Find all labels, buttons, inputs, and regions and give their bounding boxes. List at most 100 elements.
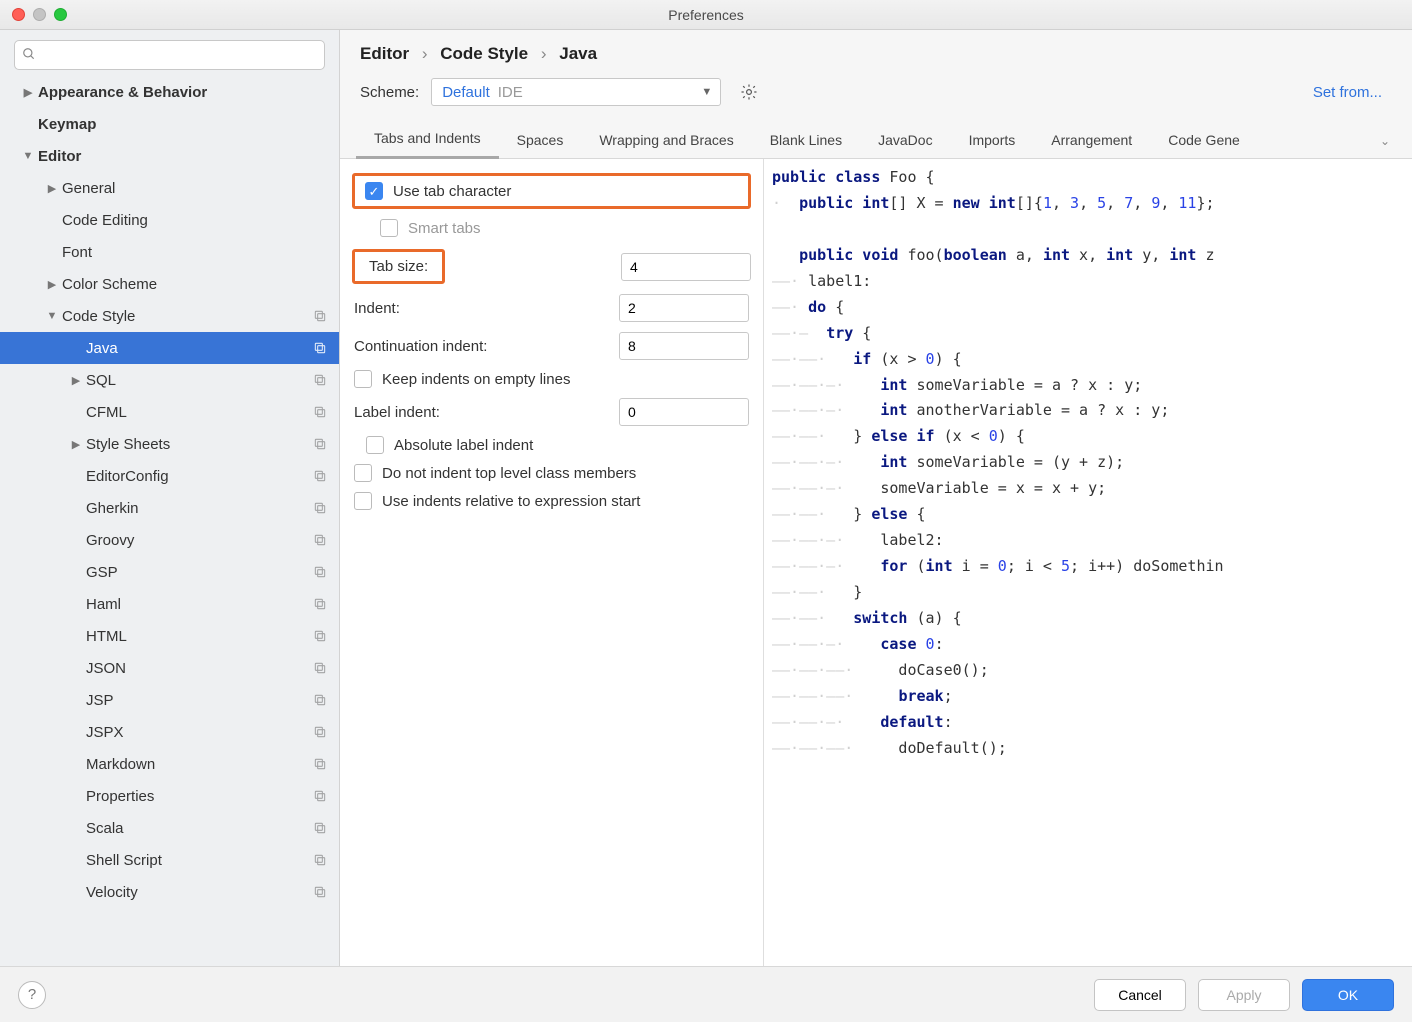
tab-wrapping-and-braces[interactable]: Wrapping and Braces (581, 122, 751, 158)
cancel-button[interactable]: Cancel (1094, 979, 1186, 1011)
use-tab-label: Use tab character (393, 183, 511, 200)
label-indent-input[interactable] (619, 398, 749, 426)
window-controls (12, 8, 67, 21)
titlebar: Preferences (0, 0, 1412, 30)
main-panel: Editor › Code Style › Java Scheme: Defau… (340, 30, 1412, 966)
tab-size-input[interactable] (621, 253, 751, 281)
tab-size-label: Tab size: (369, 258, 428, 275)
gear-icon (740, 83, 758, 101)
scheme-gear-button[interactable] (735, 78, 763, 106)
tree-item-label: Appearance & Behavior (38, 84, 339, 101)
minimize-icon[interactable] (33, 8, 46, 21)
copy-icon (313, 309, 327, 323)
tree-item-gherkin[interactable]: Gherkin (0, 492, 339, 524)
tree-item-groovy[interactable]: Groovy (0, 524, 339, 556)
copy-icon (313, 501, 327, 515)
tree-item-label: Keymap (38, 116, 339, 133)
tab-tabs-and-indents[interactable]: Tabs and Indents (356, 120, 499, 159)
chevron-down-icon: ▼ (42, 310, 62, 322)
tree-item-cfml[interactable]: CFML (0, 396, 339, 428)
tree-item-velocity[interactable]: Velocity (0, 876, 339, 908)
tree-item-label: CFML (86, 404, 313, 421)
tree-item-keymap[interactable]: Keymap (0, 108, 339, 140)
tree-item-editor[interactable]: ▼Editor (0, 140, 339, 172)
chevron-right-icon: ▶ (42, 278, 62, 291)
tree-item-label: General (62, 180, 339, 197)
maximize-icon[interactable] (54, 8, 67, 21)
use-tab-highlight: ✓ Use tab character (352, 173, 751, 209)
tree-item-gsp[interactable]: GSP (0, 556, 339, 588)
tree-item-scala[interactable]: Scala (0, 812, 339, 844)
keep-indents-checkbox[interactable] (354, 370, 372, 388)
tab-arrangement[interactable]: Arrangement (1033, 122, 1150, 158)
breadcrumb: Editor › Code Style › Java (340, 30, 1412, 74)
relative-expr-label: Use indents relative to expression start (382, 493, 640, 510)
smart-tabs-checkbox[interactable] (380, 219, 398, 237)
tree-item-jsp[interactable]: JSP (0, 684, 339, 716)
tree-item-code-style[interactable]: ▼Code Style (0, 300, 339, 332)
sidebar: ▶Appearance & BehaviorKeymap▼Editor▶Gene… (0, 30, 340, 966)
scheme-name: Default (442, 84, 490, 101)
tree-item-code-editing[interactable]: Code Editing (0, 204, 339, 236)
tree-item-label: Velocity (86, 884, 313, 901)
tree-item-label: Code Editing (62, 212, 339, 229)
copy-icon (313, 757, 327, 771)
tree-item-label: Editor (38, 148, 339, 165)
tree-item-appearance-behavior[interactable]: ▶Appearance & Behavior (0, 76, 339, 108)
settings-tree[interactable]: ▶Appearance & BehaviorKeymap▼Editor▶Gene… (0, 76, 339, 966)
tree-item-haml[interactable]: Haml (0, 588, 339, 620)
tree-item-sql[interactable]: ▶SQL (0, 364, 339, 396)
tree-item-editorconfig[interactable]: EditorConfig (0, 460, 339, 492)
tree-item-label: JSP (86, 692, 313, 709)
tree-item-label: Java (86, 340, 313, 357)
ok-button[interactable]: OK (1302, 979, 1394, 1011)
search-input[interactable] (14, 40, 325, 70)
close-icon[interactable] (12, 8, 25, 21)
tab-javadoc[interactable]: JavaDoc (860, 122, 950, 158)
tree-item-font[interactable]: Font (0, 236, 339, 268)
copy-icon (313, 533, 327, 547)
relative-expr-checkbox[interactable] (354, 492, 372, 510)
tree-item-json[interactable]: JSON (0, 652, 339, 684)
absolute-label-checkbox[interactable] (366, 436, 384, 454)
set-from-link[interactable]: Set from... (1313, 84, 1392, 101)
tree-item-style-sheets[interactable]: ▶Style Sheets (0, 428, 339, 460)
copy-icon (313, 373, 327, 387)
chevron-down-icon: ▼ (701, 86, 712, 98)
copy-icon (313, 693, 327, 707)
tree-item-general[interactable]: ▶General (0, 172, 339, 204)
tab-blank-lines[interactable]: Blank Lines (752, 122, 860, 158)
tree-item-color-scheme[interactable]: ▶Color Scheme (0, 268, 339, 300)
help-button[interactable]: ? (18, 981, 46, 1009)
copy-icon (313, 789, 327, 803)
copy-icon (313, 597, 327, 611)
crumb-editor[interactable]: Editor (360, 44, 409, 63)
tab-spaces[interactable]: Spaces (499, 122, 582, 158)
tree-item-html[interactable]: HTML (0, 620, 339, 652)
copy-icon (313, 469, 327, 483)
tab-imports[interactable]: Imports (951, 122, 1034, 158)
tree-item-java[interactable]: Java (0, 332, 339, 364)
use-tab-checkbox[interactable]: ✓ (365, 182, 383, 200)
search-icon (22, 47, 36, 64)
tabs-overflow-chevron[interactable]: ⌄ (1374, 124, 1396, 158)
tree-item-label: HTML (86, 628, 313, 645)
tree-item-jspx[interactable]: JSPX (0, 716, 339, 748)
tree-item-shell-script[interactable]: Shell Script (0, 844, 339, 876)
copy-icon (313, 821, 327, 835)
crumb-code-style[interactable]: Code Style (440, 44, 528, 63)
no-top-indent-checkbox[interactable] (354, 464, 372, 482)
dialog-footer: ? Cancel Apply OK (0, 966, 1412, 1022)
tree-item-properties[interactable]: Properties (0, 780, 339, 812)
continuation-indent-input[interactable] (619, 332, 749, 360)
crumb-java: Java (559, 44, 597, 63)
copy-icon (313, 565, 327, 579)
tree-item-markdown[interactable]: Markdown (0, 748, 339, 780)
indent-input[interactable] (619, 294, 749, 322)
no-top-indent-label: Do not indent top level class members (382, 465, 636, 482)
tab-code-gene[interactable]: Code Gene (1150, 122, 1258, 158)
apply-button[interactable]: Apply (1198, 979, 1290, 1011)
absolute-label-label: Absolute label indent (394, 437, 533, 454)
scheme-select[interactable]: Default IDE ▼ (431, 78, 721, 106)
window-title: Preferences (668, 7, 743, 23)
